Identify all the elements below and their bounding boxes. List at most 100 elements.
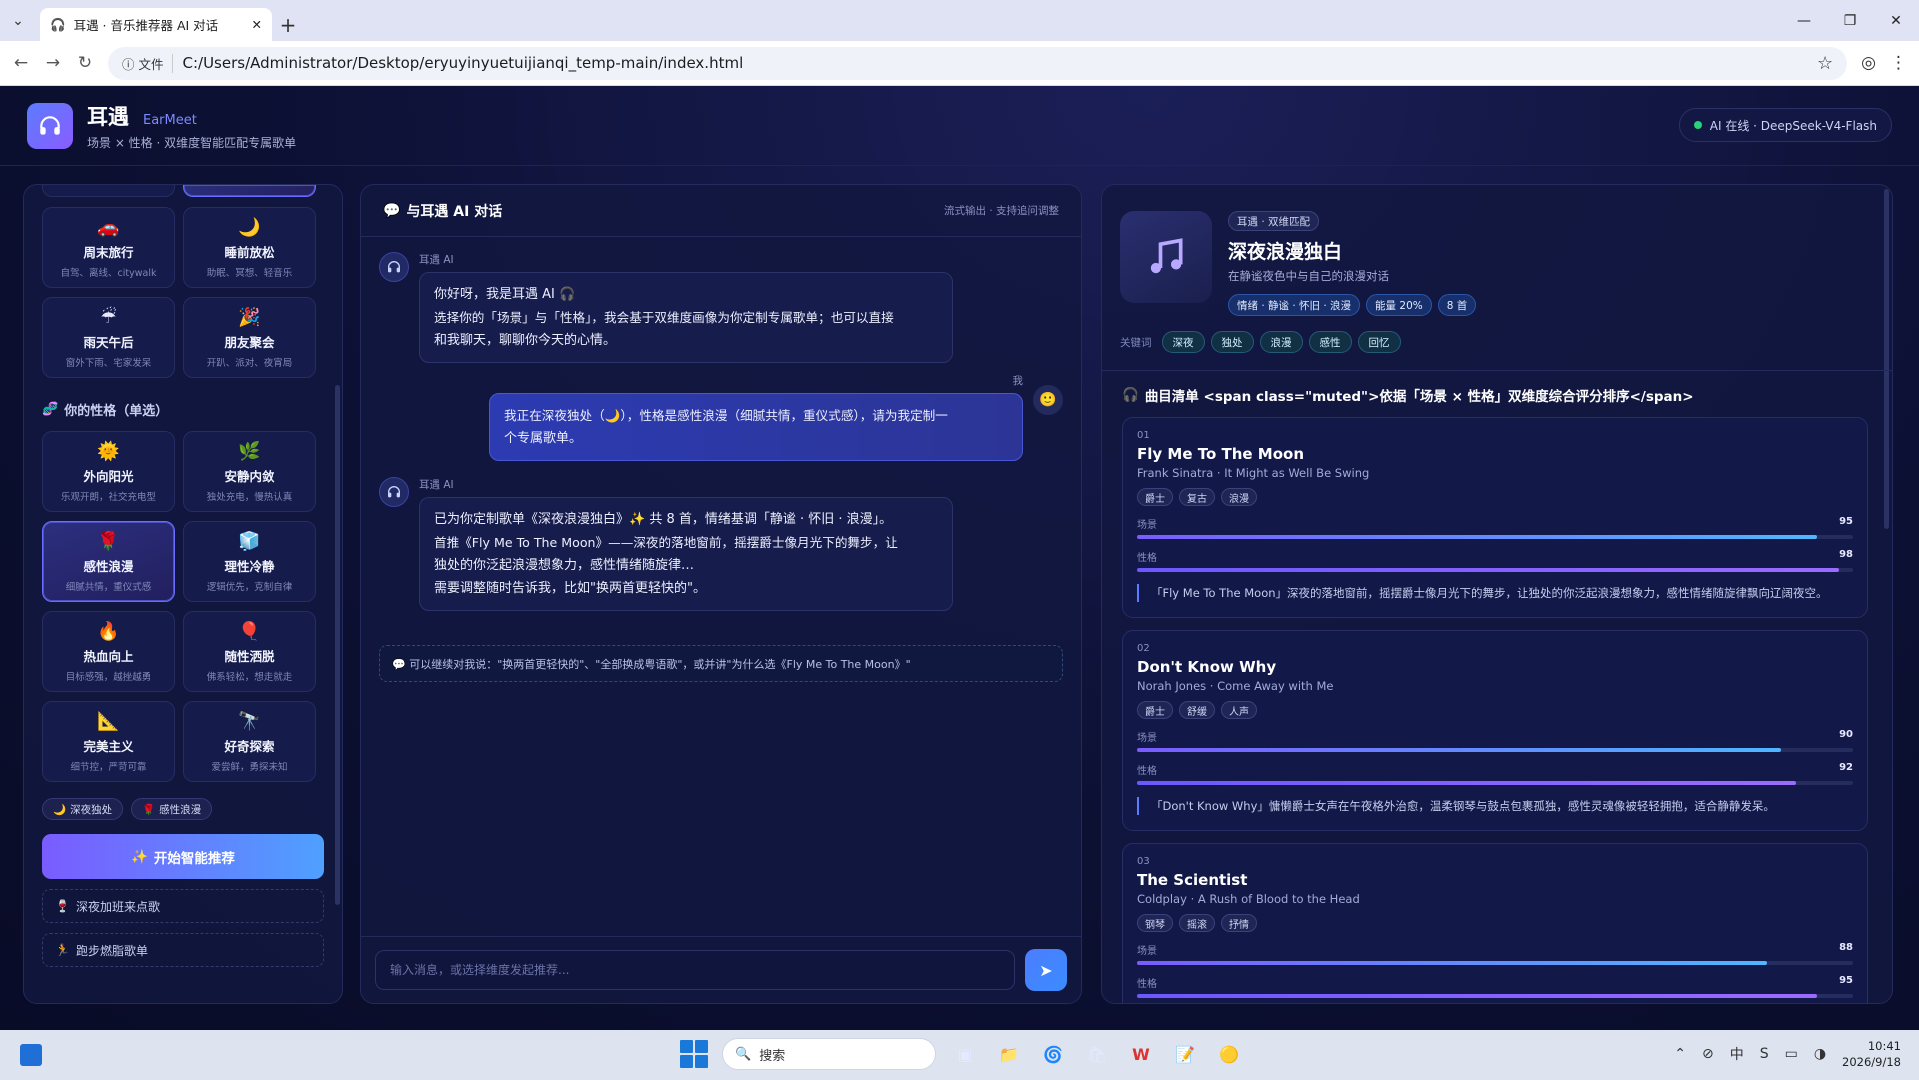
keyword-tag: 回忆 — [1357, 331, 1401, 353]
scene-card-partial-selected[interactable] — [183, 185, 316, 197]
persona-score: 98 — [1839, 549, 1853, 560]
scene-score-fill — [1137, 748, 1782, 752]
selected-chip[interactable]: 🌙 深夜独处 — [42, 798, 124, 820]
persona-card-quiet[interactable]: 🌿 安静内敛 独处充电，慢热认真 — [183, 431, 316, 512]
ai-avatar-headphones-icon — [379, 477, 409, 507]
persona-card-carefree[interactable]: 🎈 随性洒脱 佛系轻松，想走就走 — [183, 611, 316, 692]
persona-card-rational[interactable]: 🧊 理性冷静 逻辑优先，克制自律 — [183, 521, 316, 602]
scene-card-bedtime[interactable]: 🌙 睡前放松 助眠、冥想、轻音乐 — [183, 207, 316, 288]
browser-tab[interactable]: 🎧 耳遇 · 音乐推荐器 AI 对话 ✕ — [40, 8, 272, 41]
minimize-icon[interactable]: — — [1781, 0, 1827, 41]
count-tag: 8 首 — [1437, 294, 1477, 316]
song-card[interactable]: 02 Don't Know Why Norah Jones · Come Awa… — [1122, 630, 1868, 831]
selected-chip[interactable]: 🌹 感性浪漫 — [131, 798, 213, 820]
message-input[interactable] — [375, 950, 1015, 990]
tray-display-icon[interactable]: ▭ — [1785, 1046, 1798, 1062]
persona-card-curious[interactable]: 🔭 好奇探索 爱尝鲜，勇探未知 — [183, 701, 316, 782]
back-icon[interactable]: ← — [12, 53, 30, 73]
persona-card-outgoing[interactable]: 🌞 外向阳光 乐观开朗，社交充电型 — [42, 431, 175, 512]
address-input[interactable]: ⓘ 文件 C:/Users/Administrator/Desktop/eryu… — [108, 46, 1848, 80]
message-line: 我正在深夜独处（🌙），性格是感性浪漫（细腻共情，重仪式感），请为我定制一 — [504, 408, 948, 423]
telescope-icon: 🔭 — [238, 710, 261, 732]
rose-icon: 🌹 — [142, 803, 156, 816]
ai-message-2: 耳遇 AI 已为你定制歌单《深夜浪漫独白》✨ 共 8 首，情绪基调「静谧 · 怀… — [379, 477, 953, 611]
file-explorer-icon[interactable]: 📁 — [994, 1039, 1024, 1069]
persona-desc: 逻辑优先，克制自律 — [206, 581, 293, 593]
widgets-icon[interactable] — [20, 1044, 42, 1066]
profile-icon[interactable]: ◎ — [1861, 53, 1876, 73]
store-icon[interactable]: 🛍 — [1082, 1039, 1112, 1069]
scene-card-partial[interactable] — [42, 185, 175, 197]
app-root: 耳遇 EarMeet 场景 × 性格 · 双维度智能匹配专属歌单 AI 在线 ·… — [0, 86, 1919, 1030]
song-card[interactable]: 01 Fly Me To The Moon Frank Sinatra · It… — [1122, 417, 1868, 618]
bookmark-star-icon[interactable]: ☆ — [1817, 53, 1833, 74]
scene-name: 睡前放松 — [224, 244, 275, 260]
ai-sender-name: 耳遇 AI — [419, 254, 454, 266]
edge-browser-icon[interactable]: 🌀 — [1038, 1039, 1068, 1069]
tray-volume-icon[interactable]: ◑ — [1814, 1046, 1826, 1062]
chrome-icon[interactable]: 🟡 — [1214, 1039, 1244, 1069]
online-dot-icon — [1693, 121, 1702, 129]
new-tab-button[interactable]: + — [272, 8, 304, 41]
site-info-badge[interactable]: ⓘ 文件 — [122, 53, 173, 73]
persona-name: 热血向上 — [83, 648, 134, 664]
quick-prompt-late-work[interactable]: 🍷 深夜加班来点歌 — [42, 889, 324, 923]
persona-score-label: 性格 — [1137, 766, 1157, 777]
persona-card-passionate[interactable]: 🔥 热血向上 目标感强，越挫越勇 — [42, 611, 175, 692]
notepad-icon[interactable]: 📝 — [1170, 1039, 1200, 1069]
forward-icon[interactable]: → — [44, 53, 62, 73]
start-windows-icon[interactable] — [680, 1040, 708, 1068]
app-title: 耳遇 — [87, 104, 129, 129]
persona-score-fill — [1137, 781, 1796, 785]
reload-icon[interactable]: ↻ — [76, 53, 94, 73]
scene-card-weekend-trip[interactable]: 🚗 周末旅行 自驾、离线、citywalk — [42, 207, 175, 288]
windows-taskbar: 🔍 搜索 ▣ 📁 🌀 🛍 W 📝 🟡 ⌃ ⊘ 中 S ▭ ◑ 10:41 2026… — [0, 1030, 1919, 1080]
song-tag: 浪漫 — [1221, 488, 1257, 506]
message-line: 和我聊天，聊聊你今天的心情。 — [434, 333, 617, 348]
app-title-en: EarMeet — [143, 112, 197, 128]
taskbar-clock[interactable]: 10:41 2026/9/18 — [1842, 1038, 1901, 1070]
persona-card-perfectionist[interactable]: 📐 完美主义 细节控，严苛可靠 — [42, 701, 175, 782]
song-artist: Norah Jones · Come Away with Me — [1137, 679, 1334, 693]
song-card[interactable]: 03 The Scientist Coldplay · A Rush of Bl… — [1122, 843, 1868, 1003]
tray-chevron-icon[interactable]: ⌃ — [1674, 1046, 1686, 1062]
playlist-panel: 耳遇 · 双维匹配 深夜浪漫独白 在静谧夜色中与自己的浪漫对话 情绪 · 静谧 … — [1101, 184, 1893, 1004]
browser-tabbar: ⌄ 🎧 耳遇 · 音乐推荐器 AI 对话 ✕ + — ❐ ✕ — [0, 0, 1919, 41]
task-view-icon[interactable]: ▣ — [950, 1039, 980, 1069]
url-text: C:/Users/Administrator/Desktop/eryuyinyu… — [182, 54, 744, 72]
scene-card-rainy-afternoon[interactable]: ☔ 雨天午后 窗外下雨、宅家发呆 — [42, 297, 175, 378]
send-arrow-icon: ➤ — [1039, 960, 1053, 980]
browser-menu-icon[interactable]: ⋮ — [1890, 53, 1907, 73]
persona-score-label: 性格 — [1137, 553, 1157, 564]
message-line: 独处的你泛起浪漫想象力，感性情绪随旋律… — [434, 558, 695, 573]
tab-list-chevron-icon[interactable]: ⌄ — [0, 0, 36, 41]
playlist-scrollbar[interactable] — [1884, 189, 1889, 529]
persona-desc: 目标感强，越挫越勇 — [65, 671, 152, 683]
brand: 耳遇 EarMeet 场景 × 性格 · 双维度智能匹配专属歌单 — [87, 101, 296, 151]
taskbar-search-label: 搜索 — [759, 1048, 786, 1064]
taskbar-search[interactable]: 🔍 搜索 — [722, 1038, 936, 1070]
followup-hint[interactable]: 💬 可以继续对我说："换两首更轻快的"、"全部换成粤语歌"，或并讲"为什么选《F… — [379, 645, 1063, 682]
send-button[interactable]: ➤ — [1025, 949, 1067, 991]
restore-icon[interactable]: ❐ — [1827, 0, 1873, 41]
wps-office-icon[interactable]: W — [1126, 1039, 1156, 1069]
start-recommend-button[interactable]: ✨ 开始智能推荐 — [42, 834, 324, 879]
scene-score: 88 — [1839, 942, 1853, 953]
app-header: 耳遇 EarMeet 场景 × 性格 · 双维度智能匹配专属歌单 AI 在线 ·… — [0, 86, 1919, 166]
sun-icon: 🌞 — [97, 440, 120, 462]
quick-prompt-running[interactable]: 🏃 跑步燃脂歌单 — [42, 933, 324, 967]
scene-score-bar — [1137, 961, 1853, 965]
left-scrollbar[interactable] — [335, 385, 340, 905]
persona-score-fill — [1137, 568, 1839, 572]
keywords-label: 关键词 — [1120, 336, 1152, 349]
close-tab-icon[interactable]: ✕ — [252, 17, 262, 32]
persona-desc: 细节控，严苛可靠 — [70, 761, 147, 773]
tray-ime-icon[interactable]: 中 — [1730, 1044, 1744, 1064]
tray-app-icon[interactable]: S — [1760, 1046, 1769, 1062]
close-window-icon[interactable]: ✕ — [1873, 0, 1919, 41]
scene-card-party[interactable]: 🎉 朋友聚会 开趴、派对、夜宵局 — [183, 297, 316, 378]
tray-network-icon[interactable]: ⊘ — [1702, 1046, 1714, 1062]
song-tag: 钢琴 — [1137, 914, 1173, 932]
scene-score-fill — [1137, 535, 1818, 539]
persona-card-romantic-selected[interactable]: 🌹 感性浪漫 细腻共情，重仪式感 — [42, 521, 175, 602]
